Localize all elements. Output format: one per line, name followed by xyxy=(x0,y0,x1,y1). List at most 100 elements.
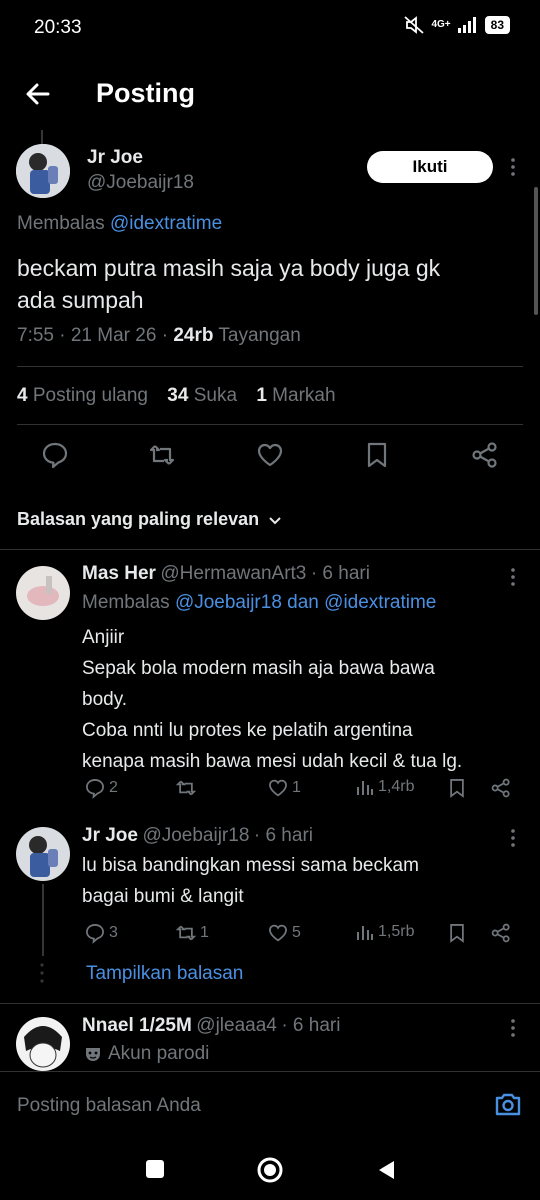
status-time: 20:33 xyxy=(34,17,82,38)
repost-icon xyxy=(175,780,197,796)
reply-action-reply[interactable]: 3 xyxy=(84,922,118,944)
reply-author-handle[interactable]: @Joebaijr18 xyxy=(142,825,249,846)
home-circle-icon[interactable] xyxy=(256,1156,284,1184)
reply-action-views[interactable]: 1,5rb xyxy=(355,922,414,942)
views-count: 24rb xyxy=(173,325,214,346)
reply-action-like[interactable]: 1 xyxy=(267,777,301,799)
scrollbar[interactable] xyxy=(534,187,538,315)
reposts-label[interactable]: Posting ulang xyxy=(33,385,148,406)
engagement-stats: 4 Posting ulang 34 Suka 1 Markah xyxy=(17,385,350,407)
camera-icon[interactable] xyxy=(494,1091,522,1117)
reply-action-like[interactable]: 5 xyxy=(267,922,301,944)
bookmarks-label[interactable]: Markah xyxy=(272,385,335,406)
back-triangle-icon[interactable] xyxy=(376,1159,396,1181)
more-options-icon[interactable] xyxy=(503,828,523,848)
bookmark-icon[interactable] xyxy=(446,922,468,944)
show-replies-link[interactable]: Tampilkan balasan xyxy=(86,963,243,985)
reply-author-handle[interactable]: @HermawanArt3 xyxy=(160,563,306,584)
reply-text-line: Sepak bola modern masih aja bawa bawa xyxy=(82,658,435,679)
battery-icon: 83 xyxy=(484,16,510,34)
parody-badge: Akun parodi xyxy=(84,1043,209,1065)
reply-input-placeholder[interactable]: Posting balasan Anda xyxy=(17,1095,201,1117)
bookmark-icon[interactable] xyxy=(446,777,468,799)
replying-mention[interactable]: @idextratime xyxy=(110,213,222,234)
reply-author-name[interactable]: Mas Her xyxy=(82,563,156,584)
more-options-icon[interactable] xyxy=(503,567,523,587)
repost-icon[interactable] xyxy=(147,440,177,470)
reply-icon[interactable] xyxy=(40,440,70,470)
share-icon[interactable] xyxy=(490,777,512,799)
avatar-image-icon xyxy=(16,827,70,881)
post-text-line: ada sumpah xyxy=(17,287,144,313)
author-name[interactable]: Jr Joe xyxy=(87,147,143,169)
reply-text-line: bagai bumi & langit xyxy=(82,886,244,907)
status-bar: 20:33 4G+ 83 xyxy=(0,0,540,56)
sort-replies-dropdown[interactable]: Balasan yang paling relevan xyxy=(17,509,283,530)
reply-action-repost[interactable]: 1 xyxy=(175,922,209,944)
thread-line xyxy=(42,884,44,956)
reply-text: lu bisa bandingkan messi sama beckam bag… xyxy=(82,850,532,912)
signal-icon xyxy=(457,17,476,33)
reply-author-name[interactable]: Jr Joe xyxy=(82,825,138,846)
reply-action-repost[interactable] xyxy=(175,777,200,799)
like-heart-icon[interactable] xyxy=(255,440,285,470)
views-chart-icon xyxy=(357,926,373,940)
reply-count: 2 xyxy=(109,779,118,796)
like-count: 1 xyxy=(292,779,301,796)
reply-replying-to: Membalas @Joebaijr18 dan @idextratime xyxy=(82,592,436,614)
like-heart-icon xyxy=(269,924,287,942)
more-options-icon[interactable] xyxy=(503,157,523,177)
reply-author-name[interactable]: Nnael 1/25M xyxy=(82,1015,192,1036)
author-handle[interactable]: @Joebaijr18 xyxy=(87,172,194,194)
replying-prefix: Membalas xyxy=(82,592,170,613)
bookmark-icon[interactable] xyxy=(362,440,392,470)
recents-square-icon[interactable] xyxy=(145,1159,165,1179)
avatar[interactable] xyxy=(16,144,70,198)
avatar[interactable] xyxy=(16,1017,70,1071)
repost-count: 1 xyxy=(200,924,209,941)
avatar-image-icon xyxy=(16,566,70,620)
system-nav-bar xyxy=(0,1132,540,1200)
reply-header: Jr Joe @Joebaijr18 · 6 hari xyxy=(82,825,313,847)
back-arrow-icon[interactable] xyxy=(22,78,54,110)
repost-icon xyxy=(175,925,197,941)
reply-age: · 6 hari xyxy=(281,1015,341,1036)
views-label: Tayangan xyxy=(218,325,301,346)
share-icon[interactable] xyxy=(490,922,512,944)
post-text: beckam putra masih saja ya body juga gk … xyxy=(17,252,517,316)
likes-count[interactable]: 34 xyxy=(167,385,188,406)
post-timestamp: 7:55 · 21 Mar 26 · xyxy=(17,325,169,346)
reply-age: · 6 hari xyxy=(310,563,370,584)
reply-compose-bar[interactable]: Posting balasan Anda xyxy=(0,1071,540,1131)
reply-action-views[interactable]: 1,4rb xyxy=(355,777,414,797)
replying-mention[interactable]: @Joebaijr18 dan @idextratime xyxy=(175,592,436,613)
avatar-image-icon xyxy=(16,1017,70,1071)
more-options-icon[interactable] xyxy=(503,1018,523,1038)
views-count: 1,4rb xyxy=(378,778,415,795)
divider xyxy=(0,1003,540,1004)
replying-to: Membalas @idextratime xyxy=(17,213,222,235)
reply-author-handle[interactable]: @jleaaa4 xyxy=(196,1015,277,1036)
like-count: 5 xyxy=(292,924,301,941)
likes-label[interactable]: Suka xyxy=(194,385,237,406)
reply-action-reply[interactable]: 2 xyxy=(84,777,118,799)
divider xyxy=(17,366,523,367)
reply-text: Anjiir Sepak bola modern masih aja bawa … xyxy=(82,622,532,777)
reply-header: Mas Her @HermawanArt3 · 6 hari xyxy=(82,563,370,585)
page-title: Posting xyxy=(96,78,195,108)
follow-button[interactable]: Ikuti xyxy=(367,151,493,183)
reply-header: Nnael 1/25M @jleaaa4 · 6 hari xyxy=(82,1015,340,1037)
reposts-count[interactable]: 4 xyxy=(17,385,28,406)
reply-icon xyxy=(86,924,104,944)
avatar[interactable] xyxy=(16,566,70,620)
divider xyxy=(17,424,523,425)
views-count: 1,5rb xyxy=(378,923,415,940)
post-meta: 7:55 · 21 Mar 26 · 24rb Tayangan xyxy=(17,325,301,347)
bookmarks-count[interactable]: 1 xyxy=(256,385,267,406)
share-icon[interactable] xyxy=(470,440,500,470)
avatar-image-icon xyxy=(16,144,70,198)
avatar[interactable] xyxy=(16,827,70,881)
reply-text-line: Anjiir xyxy=(82,627,125,648)
reply-text-line: lu bisa bandingkan messi sama beckam xyxy=(82,855,419,876)
reply-text-line: kenapa masih bawa mesi udah kecil & tua … xyxy=(82,751,463,772)
